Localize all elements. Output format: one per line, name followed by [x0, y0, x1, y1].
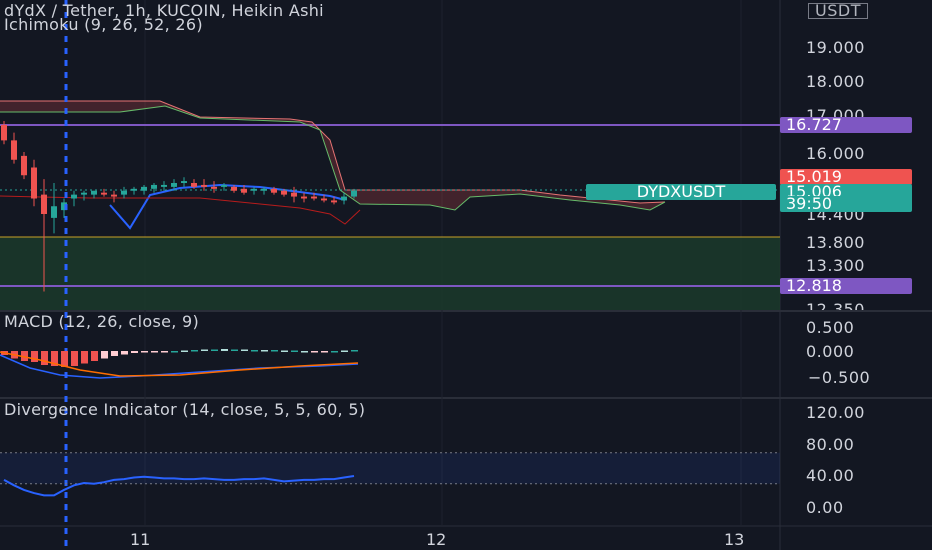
macd-tick: −0.500 [808, 368, 871, 387]
macd-histogram-bar [231, 349, 238, 351]
macd-histogram-bar [201, 349, 208, 351]
candle-body [331, 200, 337, 203]
macd-histogram-bar [141, 351, 148, 353]
candle-body [91, 190, 97, 195]
candle-body [351, 190, 357, 197]
candle-body [181, 181, 187, 183]
price-tick: 19.000 [806, 38, 865, 57]
price-tick: 16.000 [806, 144, 865, 163]
candle-body [311, 196, 317, 199]
candle-body [11, 140, 17, 160]
macd-histogram-bar [321, 351, 328, 353]
candle-body [211, 186, 217, 189]
ichimoku-cloud [0, 101, 665, 210]
macd-histogram-bar [121, 351, 128, 355]
candle-body [1, 124, 7, 141]
candle-body [301, 196, 307, 199]
macd-histogram-bar [191, 350, 198, 352]
countdown-label: 39:50 [780, 196, 912, 212]
symbol-label: DYDXUSDT [586, 184, 776, 200]
candle-body [261, 188, 267, 191]
price-tick: 12.350 [806, 300, 865, 310]
macd-histogram-bar [161, 351, 168, 353]
price-label-purple-bottom: 12.818 [780, 278, 912, 294]
candle-body [31, 167, 37, 199]
divergence-tick: 40.00 [806, 466, 855, 485]
macd-histogram-bar [281, 350, 288, 352]
macd-histogram-bar [241, 349, 248, 351]
candle-body [171, 183, 177, 187]
macd-histogram-bar [81, 351, 88, 364]
candle-body [271, 188, 277, 193]
candle-body [71, 194, 77, 199]
macd-histogram-bar [251, 350, 258, 352]
candle-body [241, 188, 247, 193]
candle-body [221, 184, 227, 187]
macd-histogram-bar [341, 350, 348, 352]
trading-chart[interactable] [0, 0, 932, 550]
candle-body [121, 190, 127, 195]
candle-body [111, 194, 117, 197]
divergence-legend[interactable]: Divergence Indicator (14, close, 5, 5, 6… [4, 400, 365, 419]
macd-histogram-bar [301, 351, 308, 353]
macd-histogram-bar [31, 351, 38, 362]
price-tick: 18.000 [806, 72, 865, 91]
price-tick: 13.800 [806, 233, 865, 252]
candle-body [131, 188, 137, 191]
candle-body [251, 188, 257, 191]
candle-body [201, 184, 207, 187]
macd-histogram-bar [61, 351, 68, 367]
macd-histogram-bar [221, 349, 228, 351]
macd-histogram-bar [41, 351, 48, 365]
time-tick: 11 [130, 530, 151, 549]
divergence-tick: 120.00 [806, 403, 865, 422]
macd-histogram-bar [211, 349, 218, 351]
macd-histogram-bar [261, 350, 268, 352]
candle-body [341, 196, 347, 201]
macd-histogram-bar [111, 351, 118, 356]
macd-histogram-bar [101, 351, 108, 359]
macd-histogram-bar [181, 350, 188, 352]
macd-histogram-bar [131, 351, 138, 353]
macd-histogram-bar [351, 350, 358, 352]
candle-body [151, 184, 157, 189]
currency-label[interactable]: USDT [808, 3, 868, 19]
macd-histogram-bar [151, 351, 158, 353]
macd-histogram-bar [71, 351, 78, 366]
macd-histogram-bar [331, 351, 338, 353]
time-tick: 12 [426, 530, 447, 549]
macd-histogram-bar [291, 350, 298, 352]
macd-histogram-bar [171, 351, 178, 353]
price-tick: 13.300 [806, 256, 865, 275]
candle-body [191, 183, 197, 187]
time-tick: 13 [724, 530, 745, 549]
candle-body [41, 194, 47, 214]
price-label-purple-top: 16.727 [780, 117, 912, 133]
candle-body [161, 184, 167, 187]
macd-histogram-bar [311, 351, 318, 353]
candle-body [141, 186, 147, 191]
ichimoku-legend[interactable]: Ichimoku (9, 26, 52, 26) [4, 15, 203, 34]
candle-body [81, 192, 87, 195]
candle-body [21, 155, 27, 176]
candle-body [291, 192, 297, 197]
candle-body [101, 192, 107, 195]
candle-body [281, 190, 287, 195]
candle-body [231, 186, 237, 191]
macd-legend[interactable]: MACD (12, 26, close, 9) [4, 312, 199, 331]
macd-histogram-bar [91, 351, 98, 361]
green-zone [0, 237, 780, 310]
divergence-tick: 0.00 [806, 498, 844, 517]
macd-tick: 0.500 [806, 318, 855, 337]
divergence-tick: 80.00 [806, 435, 855, 454]
candle-body [51, 206, 57, 218]
candle-body [321, 198, 327, 201]
macd-histogram-bar [271, 350, 278, 352]
macd-tick: 0.000 [806, 342, 855, 361]
